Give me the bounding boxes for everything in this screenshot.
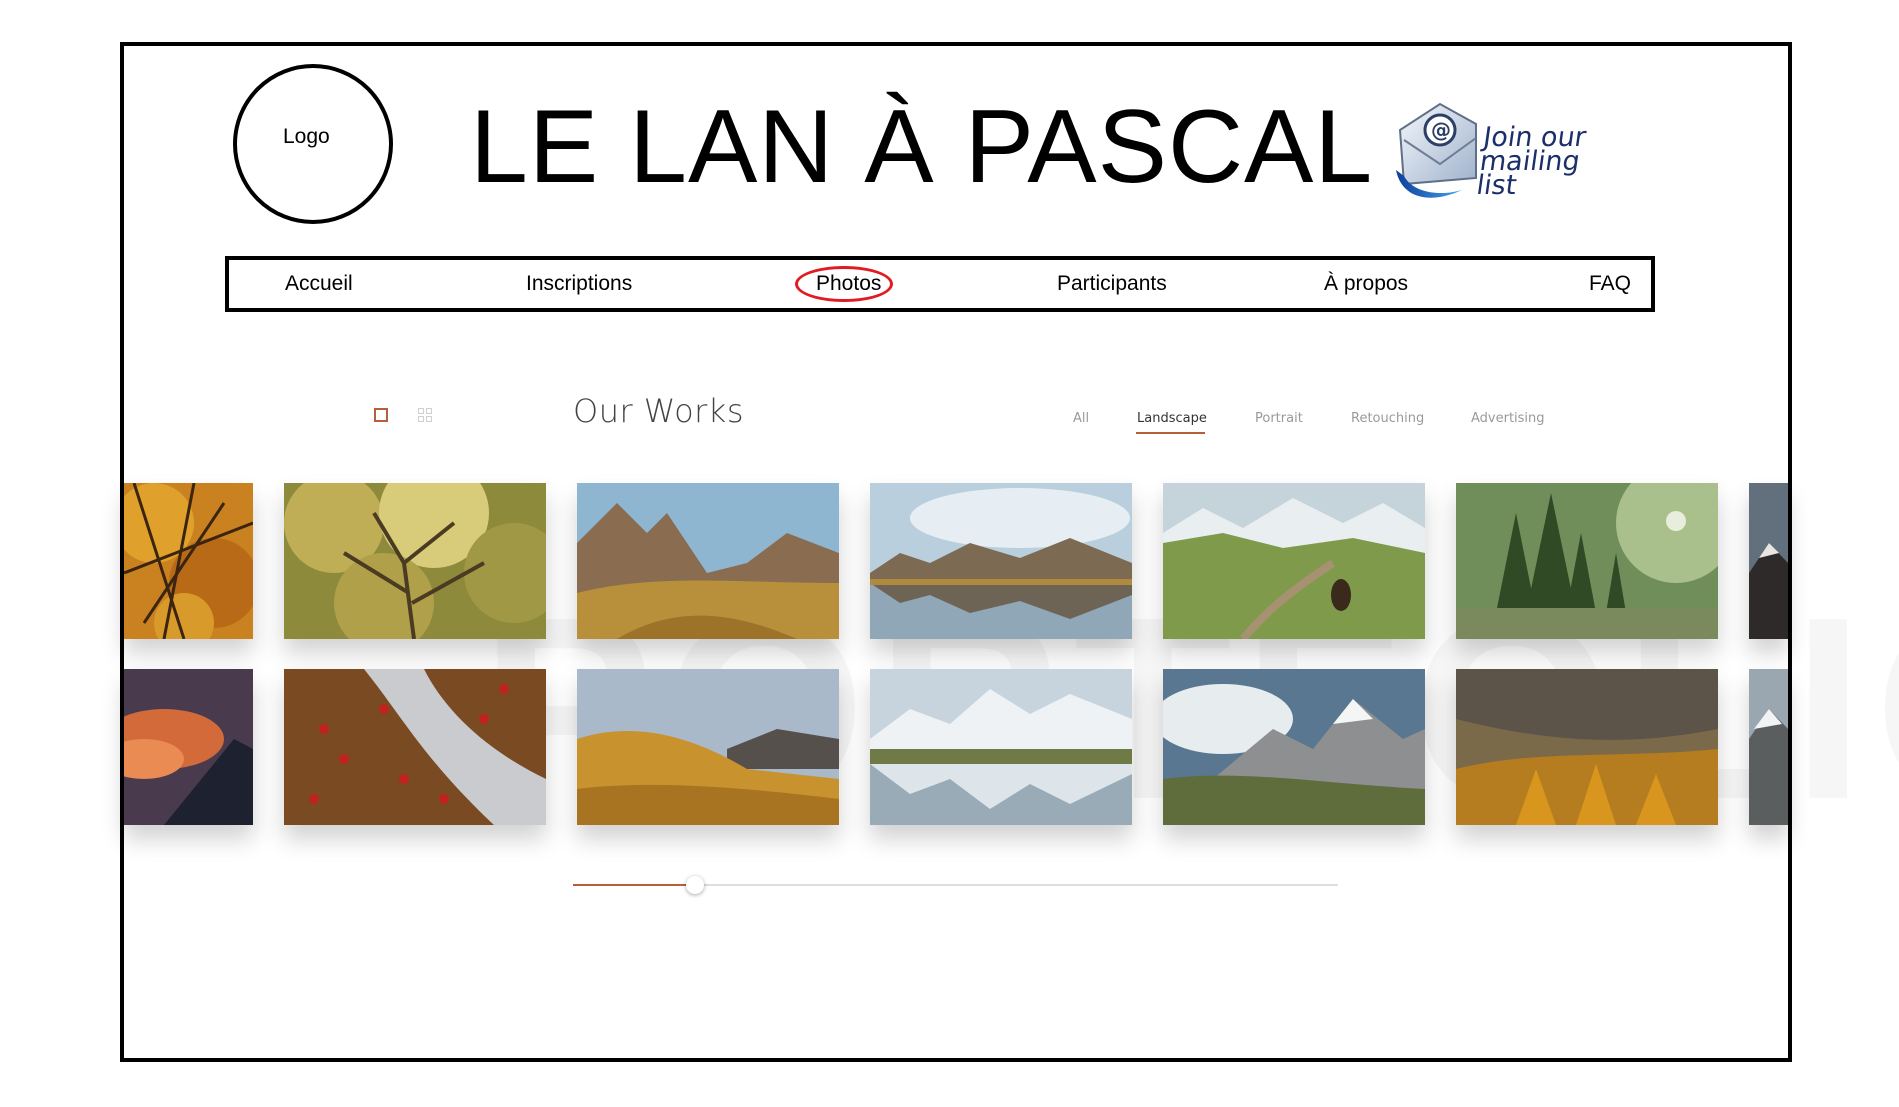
photo-autumn-forest-slope[interactable]	[1456, 669, 1718, 825]
photo-red-berries-stream[interactable]	[284, 669, 546, 825]
photo-golden-hills[interactable]	[577, 669, 839, 825]
nav-item-accueil[interactable]: Accueil	[285, 272, 353, 296]
logo-placeholder[interactable]: Logo	[233, 64, 393, 224]
photo-snowy-peak-partial[interactable]	[1749, 483, 1788, 639]
filter-landscape[interactable]: Landscape	[1137, 411, 1207, 426]
photo-snowy-peak-partial-2[interactable]	[1749, 669, 1788, 825]
mailing-list-button[interactable]: @ Join our mailing list	[1392, 100, 1622, 210]
nav-item-inscriptions[interactable]: Inscriptions	[526, 272, 632, 296]
nav-item-a-propos[interactable]: À propos	[1324, 272, 1408, 296]
main-nav	[225, 256, 1655, 312]
photo-cloudy-peaks[interactable]	[1163, 669, 1425, 825]
photo-yellow-tree[interactable]	[284, 483, 546, 639]
filter-retouching[interactable]: Retouching	[1351, 411, 1424, 426]
gallery-slider-progress	[573, 884, 695, 886]
gallery-slider-thumb[interactable]	[686, 876, 704, 894]
photo-sunset-mountain[interactable]	[124, 669, 253, 825]
photo-mountain-lake-reflection[interactable]	[870, 483, 1132, 639]
gallery-title: Our Works	[573, 392, 744, 430]
logo-label: Logo	[283, 125, 330, 148]
filter-advertising[interactable]: Advertising	[1471, 411, 1545, 426]
photo-forest-lake[interactable]	[1456, 483, 1718, 639]
site-title: LE LAN À PASCAL	[470, 89, 1374, 205]
filter-all[interactable]: All	[1073, 411, 1089, 426]
grid-view-icon[interactable]	[418, 408, 432, 422]
photo-autumn-branches[interactable]	[124, 483, 253, 639]
svg-text:@: @	[1431, 118, 1451, 142]
nav-item-participants[interactable]: Participants	[1057, 272, 1167, 296]
photo-mountain-valley[interactable]	[577, 483, 839, 639]
filter-portrait[interactable]: Portrait	[1255, 411, 1303, 426]
at-envelope-icon: @	[1396, 102, 1477, 198]
single-view-icon[interactable]	[374, 408, 388, 422]
photo-cow-mountain-path[interactable]	[1163, 483, 1425, 639]
nav-item-faq[interactable]: FAQ	[1589, 272, 1631, 296]
photos-highlight-ring	[795, 266, 893, 302]
mailing-line-2: mailing list	[1474, 146, 1582, 201]
photo-snowy-range-reflection[interactable]	[870, 669, 1132, 825]
active-filter-underline	[1136, 432, 1205, 434]
mailing-list-label: Join our mailing list	[1474, 122, 1627, 201]
